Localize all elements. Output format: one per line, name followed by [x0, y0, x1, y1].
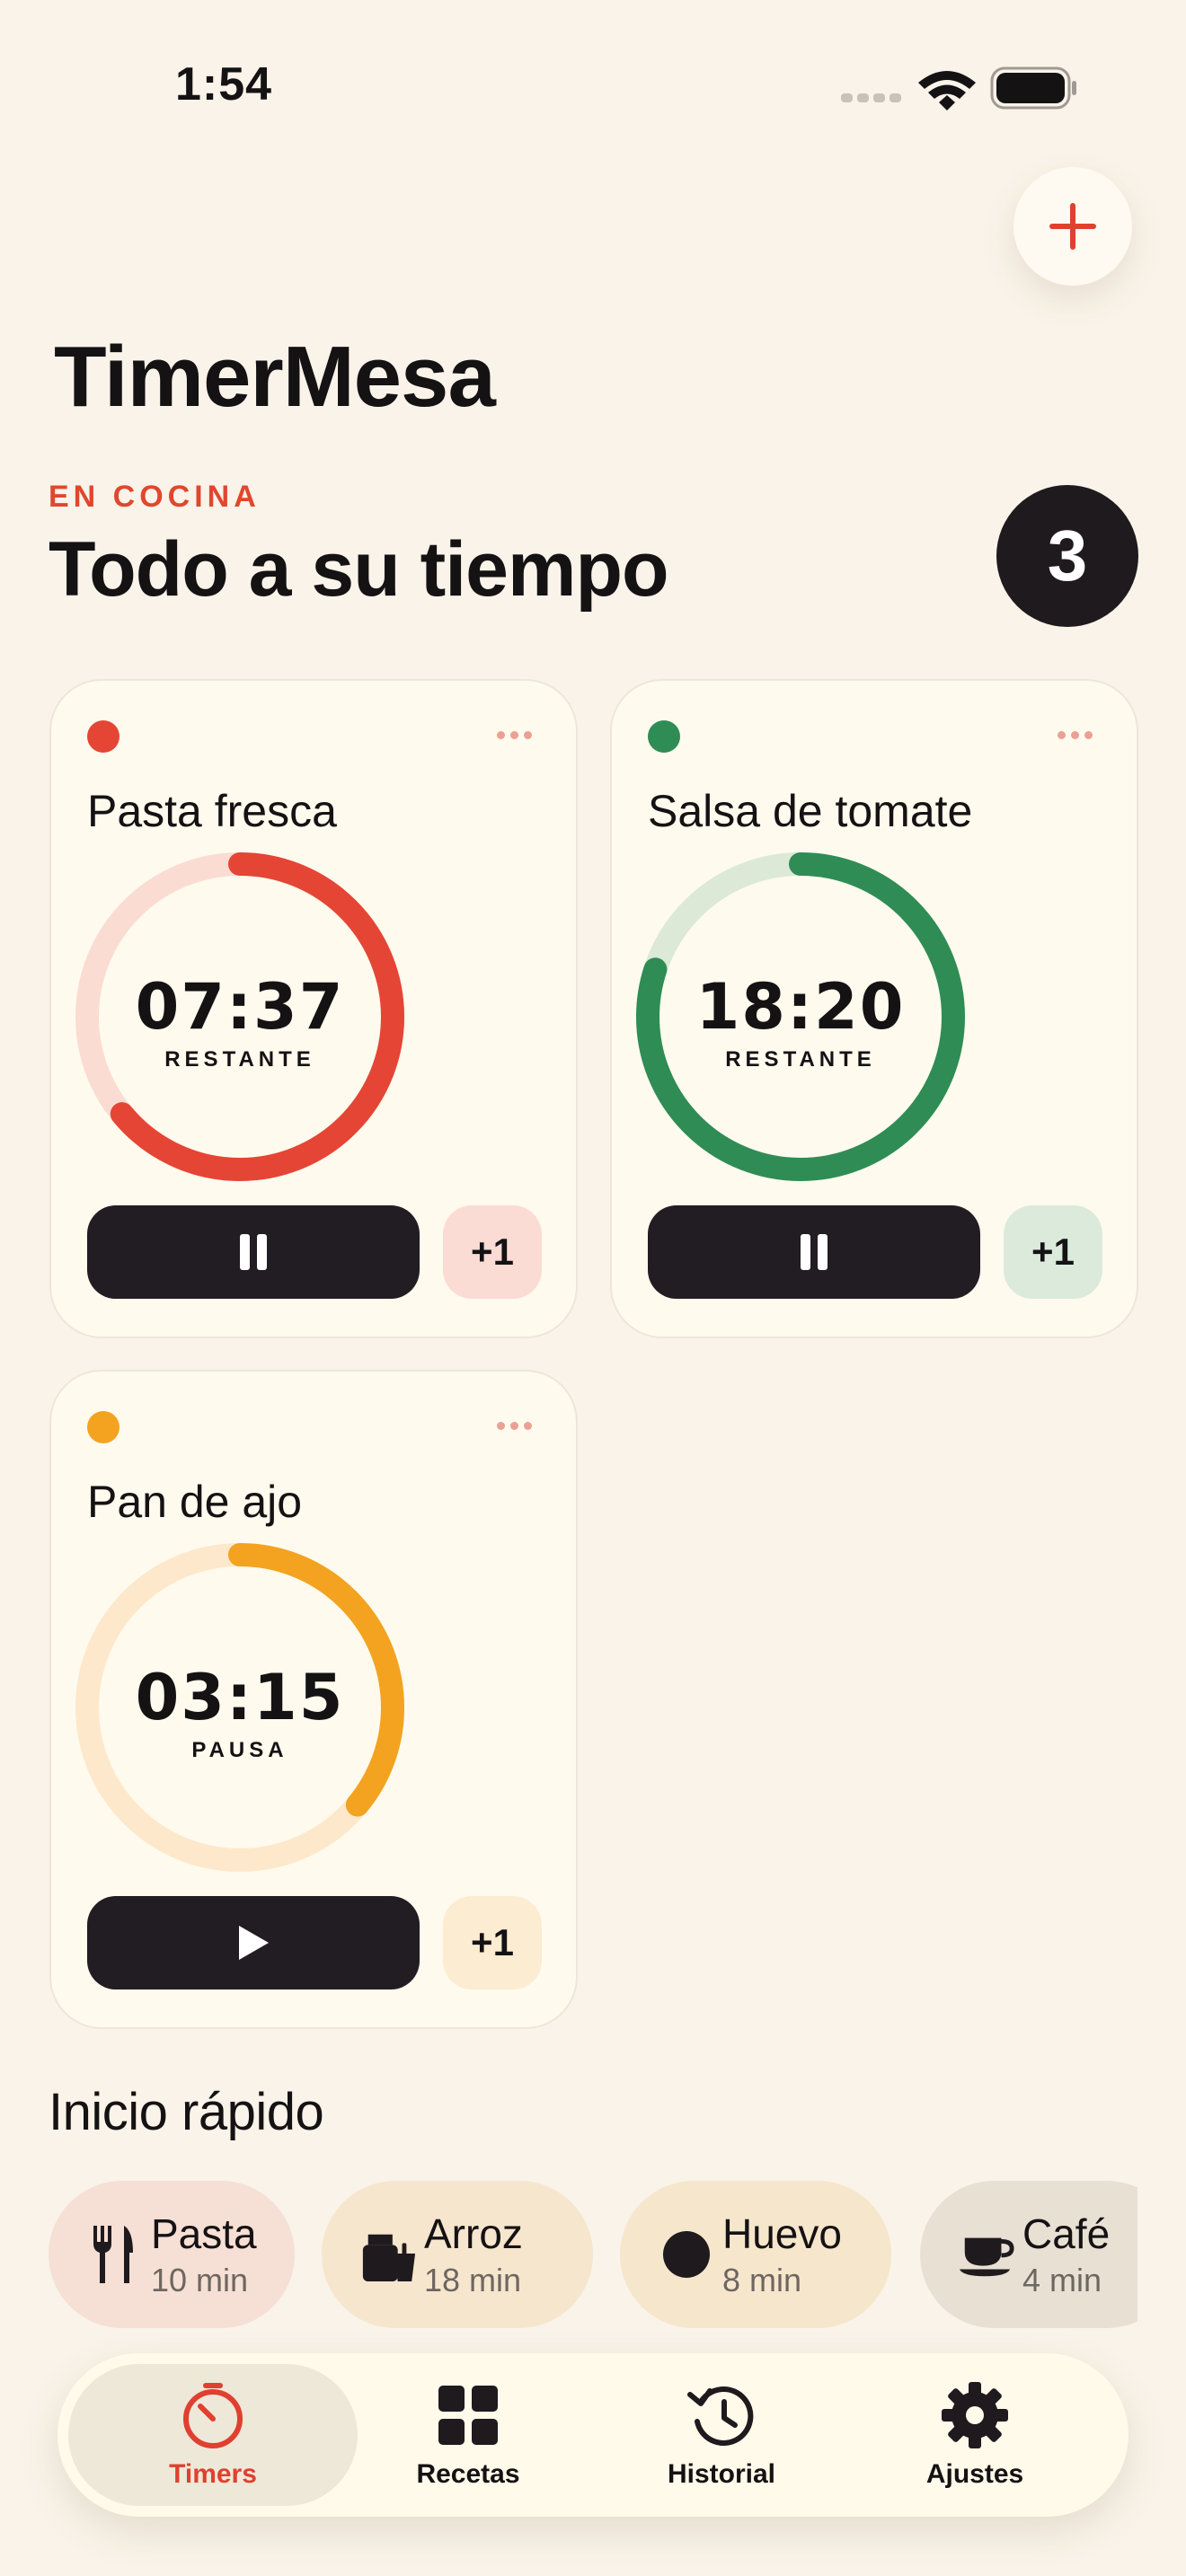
tab-label: Recetas	[416, 2459, 520, 2489]
timer-card-salsa-de-tomate[interactable]: Salsa de tomate 18:20 RESTANTE +1	[610, 679, 1138, 1338]
tab-label: Historial	[667, 2459, 776, 2489]
time-remaining: 03:15	[135, 1661, 345, 1734]
tab-label: Ajustes	[925, 2459, 1024, 2489]
time-remaining: 18:20	[695, 970, 906, 1044]
quick-start-huevo[interactable]: Huevo 8 min	[620, 2181, 891, 2328]
more-options-icon[interactable]	[1043, 717, 1106, 753]
pause-icon	[240, 1234, 267, 1270]
timer-status: RESTANTE	[164, 1047, 315, 1072]
quick-start-pasta[interactable]: Pasta 10 min	[49, 2181, 295, 2328]
more-options-icon[interactable]	[482, 717, 545, 753]
add-minute-button[interactable]: +1	[443, 1896, 542, 1989]
quick-start-duration: 8 min	[722, 2262, 802, 2298]
pause-icon	[801, 1234, 828, 1270]
section-eyebrow: EN COCINA	[49, 480, 261, 514]
quick-start-name: Pasta	[151, 2210, 257, 2257]
quick-start-name: Huevo	[722, 2210, 842, 2257]
quick-start-title: Inicio rápido	[49, 2083, 324, 2141]
active-count-badge: 3	[996, 485, 1138, 627]
timer-card-pasta-fresca[interactable]: Pasta fresca 07:37 RESTANTE +1	[49, 679, 578, 1338]
fork-knife-icon	[84, 2226, 142, 2283]
quick-start-duration: 18 min	[424, 2262, 522, 2298]
timer-color-dot	[87, 1411, 119, 1443]
timer-color-dot	[87, 720, 119, 753]
time-remaining: 07:37	[135, 970, 345, 1044]
takeout-bag-icon	[359, 2226, 417, 2283]
timer-name: Pan de ajo	[87, 1477, 303, 1527]
coffee-cup-icon	[958, 2226, 1015, 2283]
gear-icon	[938, 2378, 1012, 2452]
pause-button[interactable]	[648, 1205, 980, 1299]
tab-label: Timers	[169, 2459, 257, 2489]
page-headline: Todo a su tiempo	[49, 526, 669, 613]
cellular-signal-icon	[841, 93, 901, 102]
pause-button[interactable]	[87, 1205, 420, 1299]
more-options-icon[interactable]	[482, 1407, 545, 1443]
status-icons	[837, 63, 1080, 113]
quick-start-duration: 4 min	[1022, 2262, 1102, 2298]
quick-start-arroz[interactable]: Arroz 18 min	[322, 2181, 593, 2328]
tab-timers[interactable]: Timers	[86, 2353, 340, 2517]
play-button[interactable]	[87, 1896, 420, 1989]
timer-name: Salsa de tomate	[648, 786, 973, 836]
timer-name: Pasta fresca	[87, 786, 337, 836]
timer-status: RESTANTE	[725, 1047, 876, 1072]
tab-bar: Timers Recetas Historial Ajustes	[58, 2353, 1128, 2517]
timer-color-dot	[648, 720, 680, 753]
battery-icon	[990, 66, 1076, 110]
tab-ajustes[interactable]: Ajustes	[848, 2353, 1102, 2517]
add-minute-button[interactable]: +1	[443, 1205, 542, 1299]
egg-icon	[658, 2226, 715, 2283]
quick-start-name: Arroz	[424, 2210, 523, 2257]
history-icon	[685, 2378, 758, 2452]
quick-start-list: Pasta 10 min Arroz 18 min Huevo 8 min Ca…	[49, 2181, 1137, 2328]
status-time: 1:54	[175, 58, 273, 110]
quick-start-cafe[interactable]: Café 4 min	[920, 2181, 1137, 2328]
timer-card-pan-de-ajo[interactable]: Pan de ajo 03:15 PAUSA +1	[49, 1370, 578, 2029]
plus-icon	[1049, 203, 1096, 250]
timer-status: PAUSA	[191, 1738, 288, 1762]
quick-start-name: Café	[1022, 2210, 1111, 2257]
play-icon	[239, 1926, 269, 1960]
add-timer-button[interactable]	[1013, 167, 1132, 286]
grid-icon	[431, 2378, 505, 2452]
app-title: TimerMesa	[54, 329, 496, 425]
timer-icon	[176, 2378, 250, 2452]
tab-recetas[interactable]: Recetas	[341, 2353, 595, 2517]
tab-historial[interactable]: Historial	[595, 2353, 848, 2517]
quick-start-duration: 10 min	[151, 2262, 249, 2298]
add-minute-button[interactable]: +1	[1004, 1205, 1102, 1299]
wifi-icon	[918, 71, 976, 110]
